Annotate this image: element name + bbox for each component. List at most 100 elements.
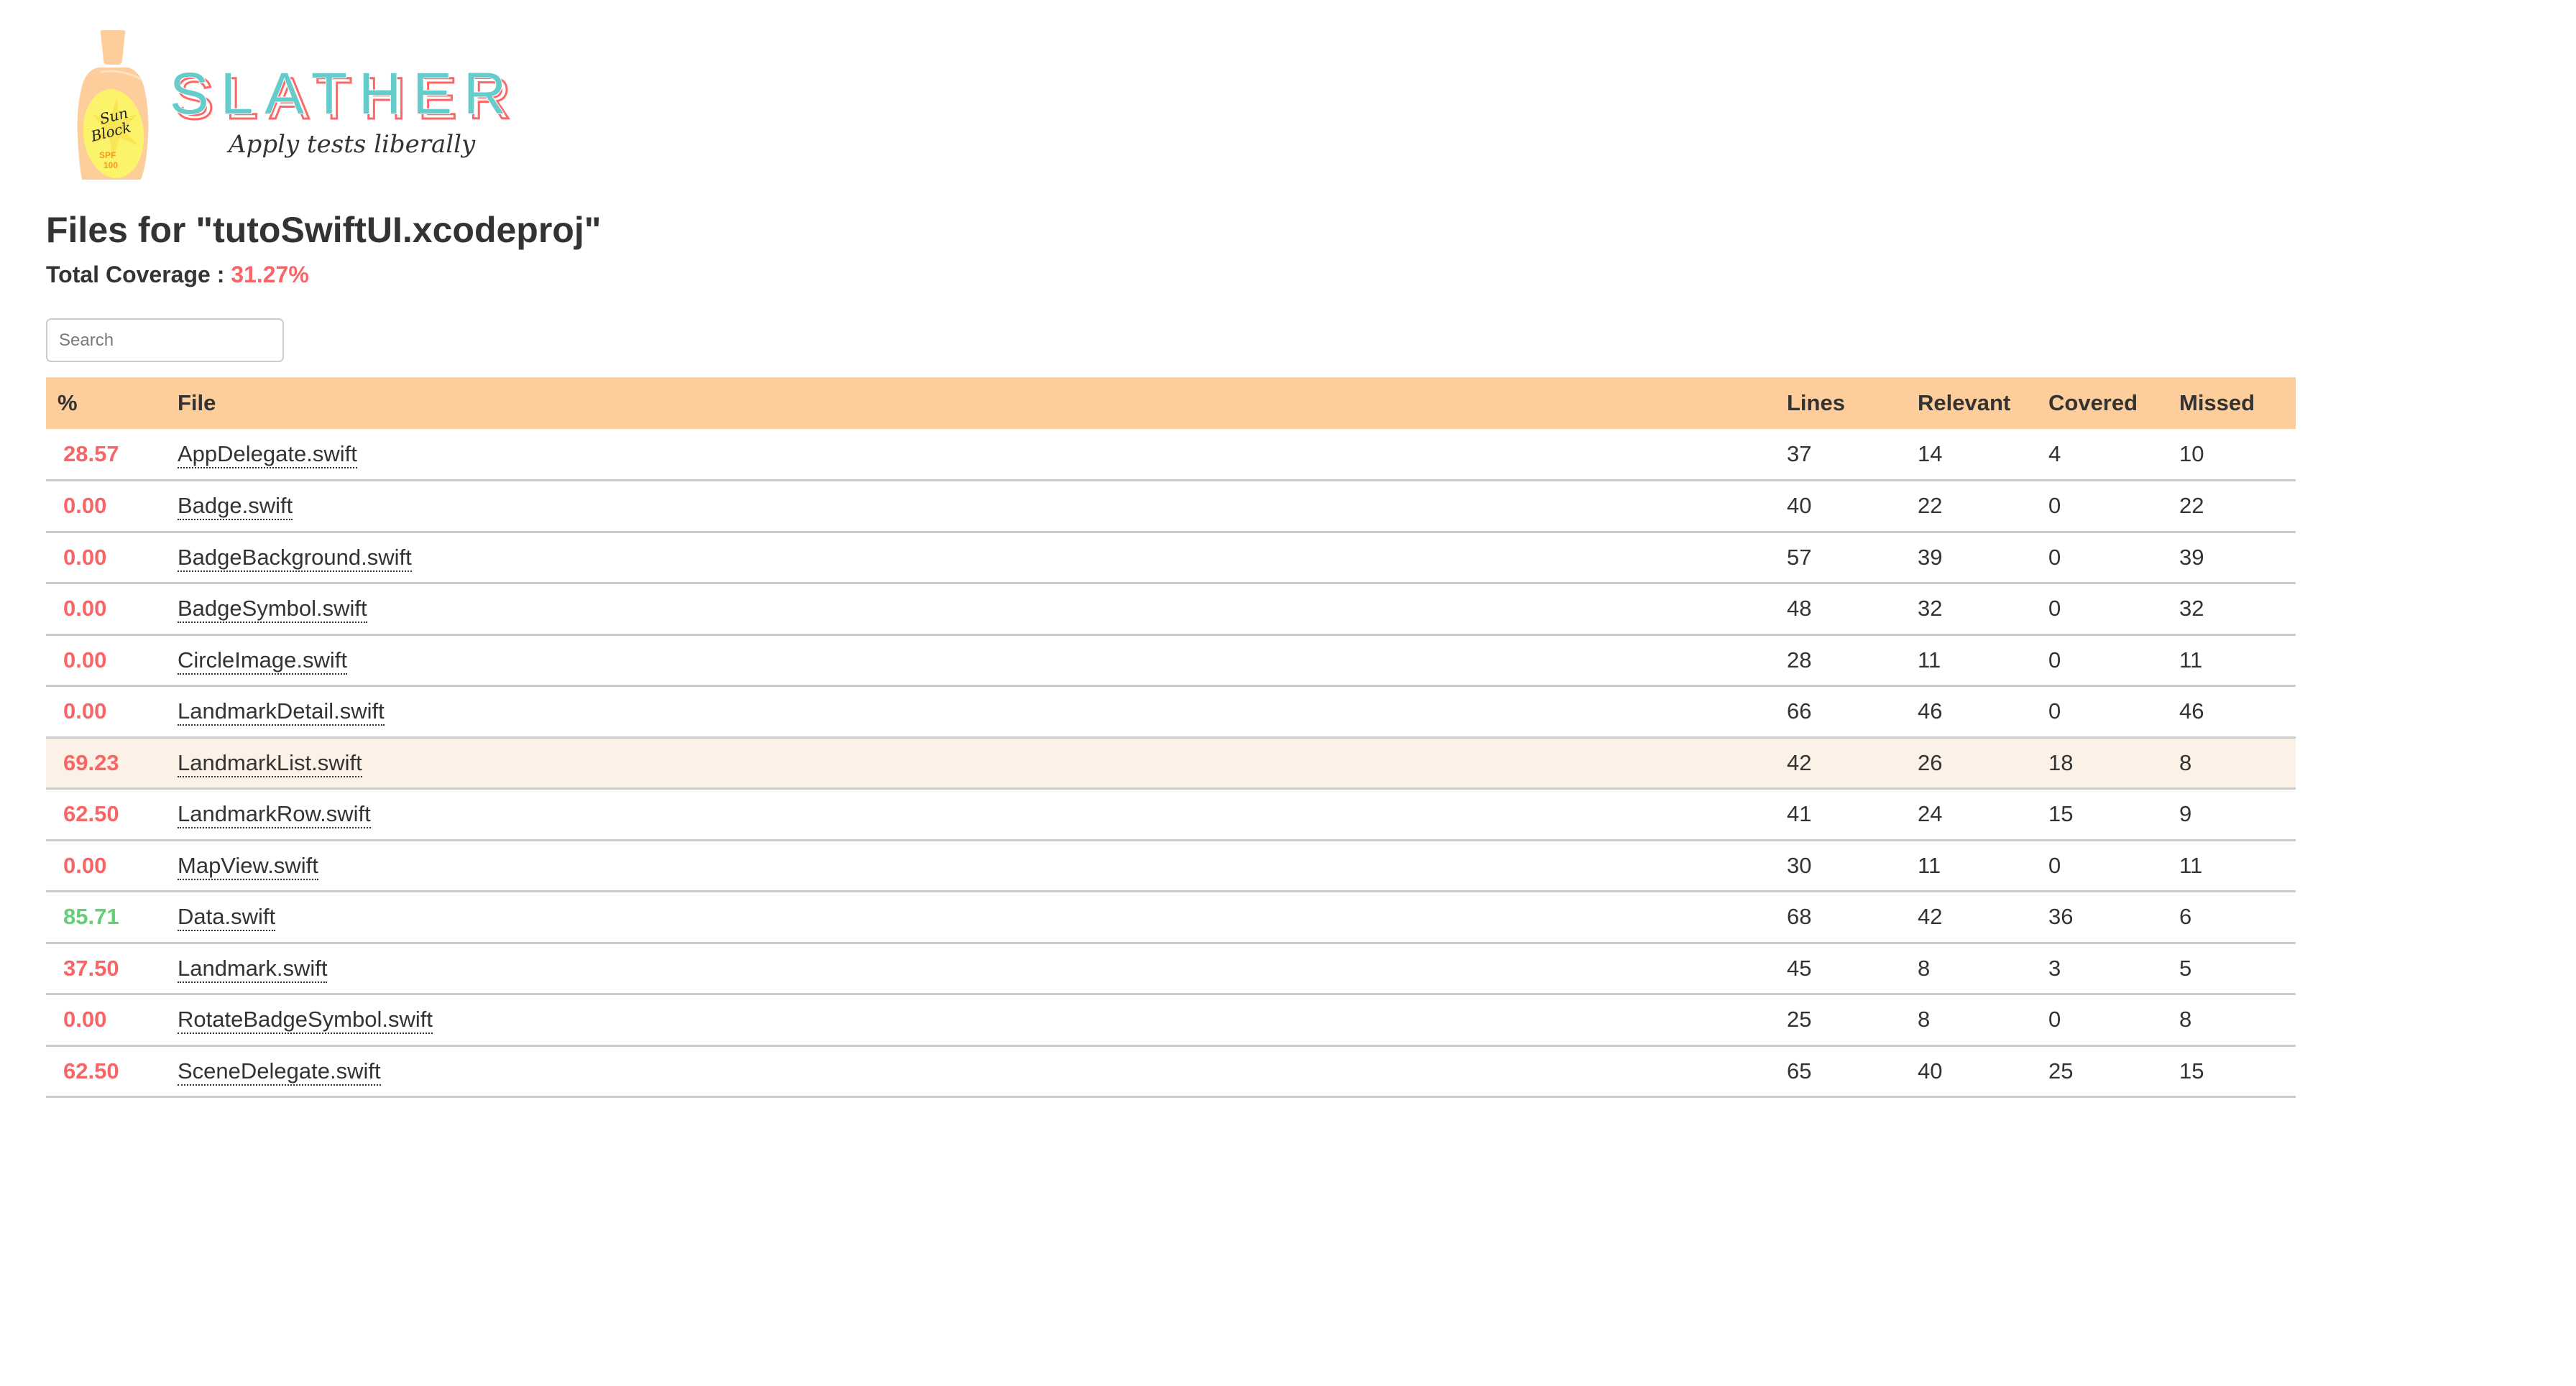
table-row: 0.00 RotateBadgeSymbol.swift 25 8 0 8 [46, 994, 2296, 1046]
file-cell: LandmarkDetail.swift [166, 686, 1775, 738]
missed-count: 8 [2179, 749, 2192, 775]
coverage-percent: 37.50 [63, 955, 119, 981]
covered-count: 4 [2048, 441, 2061, 466]
coverage-percent: 0.00 [63, 596, 107, 622]
coverage-percent: 85.71 [63, 904, 119, 930]
coverage-percent: 62.50 [63, 801, 119, 827]
coverage-percent: 0.00 [63, 1007, 107, 1032]
missed-count: 11 [2179, 647, 2203, 673]
relevant-count: 8 [1918, 1007, 1931, 1032]
file-cell: RotateBadgeSymbol.swift [166, 994, 1775, 1046]
lines-count: 48 [1787, 596, 1812, 622]
column-header-percent[interactable]: % [46, 377, 166, 429]
search-input[interactable] [46, 318, 284, 362]
logo-tagline: Apply tests liberally [226, 130, 476, 159]
column-header-file[interactable]: File [166, 377, 1775, 429]
column-header-relevant[interactable]: Relevant [1906, 377, 2037, 429]
table-row: 0.00 CircleImage.swift 28 11 0 11 [46, 634, 2296, 686]
file-cell: BadgeBackground.swift [166, 532, 1775, 583]
coverage-table: % File Lines Relevant Covered Missed 28.… [46, 377, 2296, 1098]
covered-count: 15 [2048, 801, 2074, 827]
table-header-row: % File Lines Relevant Covered Missed [46, 377, 2296, 429]
relevant-count: 46 [1918, 698, 1943, 724]
file-link[interactable]: MapView.swift [178, 852, 318, 880]
table-row: 0.00 MapView.swift 30 11 0 11 [46, 840, 2296, 892]
relevant-count: 8 [1918, 955, 1931, 981]
missed-count: 46 [2179, 698, 2204, 724]
file-cell: MapView.swift [166, 840, 1775, 892]
missed-count: 8 [2179, 1007, 2192, 1032]
covered-count: 0 [2048, 544, 2061, 570]
file-cell: LandmarkRow.swift [166, 789, 1775, 841]
lines-count: 28 [1787, 647, 1812, 673]
lines-count: 40 [1787, 493, 1812, 519]
lines-count: 45 [1787, 955, 1812, 981]
covered-count: 0 [2048, 852, 2061, 878]
file-link[interactable]: Data.swift [178, 904, 276, 932]
bottle-spf-text: 100 [104, 160, 118, 170]
lines-count: 30 [1787, 852, 1812, 878]
table-row: 28.57 AppDelegate.swift 37 14 4 10 [46, 429, 2296, 481]
sunblock-bottle-icon: Sun Block SPF 100 [77, 30, 149, 180]
covered-count: 3 [2048, 955, 2061, 981]
lines-count: 41 [1787, 801, 1812, 827]
covered-count: 36 [2048, 904, 2074, 930]
table-row: 62.50 LandmarkRow.swift 41 24 15 9 [46, 789, 2296, 841]
file-link[interactable]: BadgeSymbol.swift [178, 596, 367, 624]
missed-count: 32 [2179, 596, 2204, 622]
relevant-count: 40 [1918, 1058, 1943, 1084]
coverage-percent: 69.23 [63, 749, 119, 775]
file-link[interactable]: AppDelegate.swift [178, 441, 357, 468]
lines-count: 25 [1787, 1007, 1812, 1032]
covered-count: 0 [2048, 1007, 2061, 1032]
relevant-count: 22 [1918, 493, 1943, 519]
coverage-percent: 0.00 [63, 852, 107, 878]
page-title: Files for "tutoSwiftUI.xcodeproj" [46, 210, 602, 250]
file-cell: CircleImage.swift [166, 634, 1775, 686]
file-link[interactable]: LandmarkDetail.swift [178, 698, 385, 726]
file-link[interactable]: CircleImage.swift [178, 647, 347, 675]
missed-count: 39 [2179, 544, 2204, 570]
relevant-count: 11 [1918, 647, 1941, 673]
file-cell: Data.swift [166, 892, 1775, 943]
file-link[interactable]: SceneDelegate.swift [178, 1058, 381, 1086]
relevant-count: 39 [1918, 544, 1943, 570]
slather-wordmark: SLATHER SLATHER [169, 60, 518, 133]
table-row: 0.00 Badge.swift 40 22 0 22 [46, 481, 2296, 532]
missed-count: 9 [2179, 801, 2192, 827]
lines-count: 57 [1787, 544, 1812, 570]
file-link[interactable]: LandmarkList.swift [178, 749, 362, 777]
file-cell: Badge.swift [166, 481, 1775, 532]
missed-count: 10 [2179, 441, 2204, 466]
column-header-lines[interactable]: Lines [1775, 377, 1906, 429]
lines-count: 66 [1787, 698, 1812, 724]
missed-count: 22 [2179, 493, 2204, 519]
file-link[interactable]: LandmarkRow.swift [178, 801, 371, 829]
column-header-covered[interactable]: Covered [2037, 377, 2168, 429]
covered-count: 0 [2048, 596, 2061, 622]
file-cell: Landmark.swift [166, 943, 1775, 994]
column-header-missed[interactable]: Missed [2168, 377, 2296, 429]
missed-count: 5 [2179, 955, 2192, 981]
file-cell: BadgeSymbol.swift [166, 583, 1775, 635]
wordmark-text: SLATHER [170, 61, 518, 126]
file-link[interactable]: Landmark.swift [178, 955, 328, 983]
coverage-percent: 0.00 [63, 647, 107, 673]
bottle-spf-text: SPF [99, 150, 116, 160]
table-row: 62.50 SceneDelegate.swift 65 40 25 15 [46, 1045, 2296, 1097]
covered-count: 18 [2048, 749, 2074, 775]
coverage-percent: 62.50 [63, 1058, 119, 1084]
missed-count: 11 [2179, 852, 2203, 878]
table-row: 0.00 BadgeBackground.swift 57 39 0 39 [46, 532, 2296, 583]
file-link[interactable]: BadgeBackground.swift [178, 544, 412, 572]
file-cell: SceneDelegate.swift [166, 1045, 1775, 1097]
file-link[interactable]: RotateBadgeSymbol.swift [178, 1007, 433, 1035]
coverage-percent: 0.00 [63, 493, 107, 519]
lines-count: 42 [1787, 749, 1812, 775]
slather-logo: Sun Block SPF 100 SLATHER SLATHER Apply … [72, 29, 546, 187]
relevant-count: 42 [1918, 904, 1943, 930]
covered-count: 0 [2048, 647, 2061, 673]
file-link[interactable]: Badge.swift [178, 493, 293, 521]
table-row: 0.00 BadgeSymbol.swift 48 32 0 32 [46, 583, 2296, 635]
missed-count: 6 [2179, 904, 2192, 930]
